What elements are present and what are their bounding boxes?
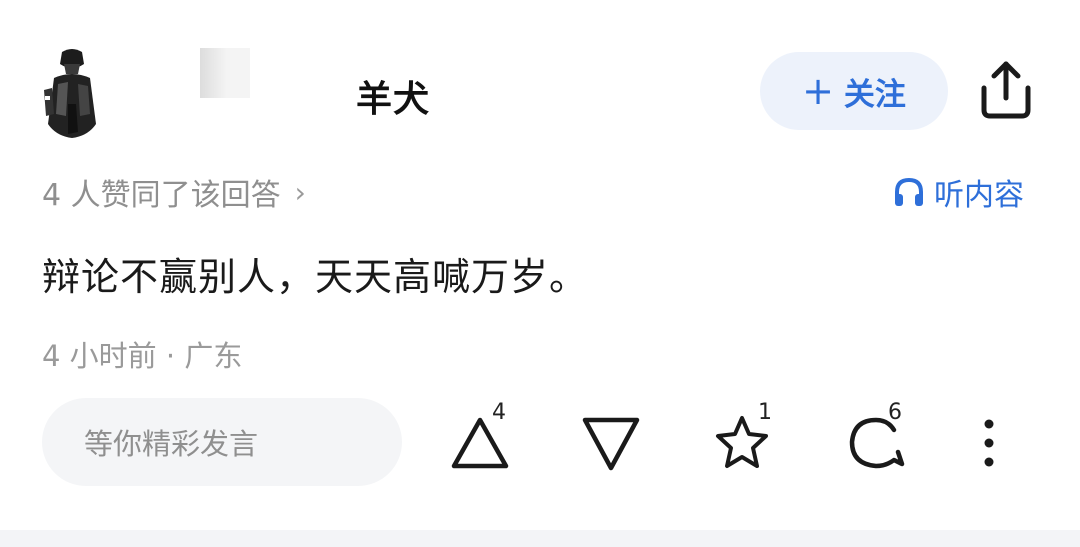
favorite-count: 1 — [758, 400, 772, 425]
username-text: 羊犬 — [356, 79, 431, 120]
share-icon[interactable] — [976, 58, 1036, 122]
time-location: 4 小时前 · 广东 — [42, 339, 243, 373]
voters-link[interactable]: 4 人赞同了该回答 › — [42, 170, 306, 214]
answer-text[interactable]: 辩论不赢别人，天天高喊万岁。 — [42, 246, 588, 301]
listen-button[interactable]: 听内容 — [892, 170, 1024, 214]
comment-count: 6 — [888, 400, 902, 425]
upvote-count: 4 — [492, 400, 506, 425]
upvote-button[interactable]: 4 — [446, 398, 516, 478]
comment-placeholder: 等你精彩发言 — [84, 427, 259, 461]
more-icon[interactable] — [974, 416, 1004, 472]
username-area[interactable]: 羊犬 — [106, 40, 446, 140]
section-divider — [0, 530, 1080, 547]
answer-card: 羊犬 + 关注 4 人赞同了该回答 › 听内容 辩论不赢别人，天天高喊万岁。 4… — [0, 0, 1080, 547]
favorite-button[interactable]: 1 — [710, 398, 782, 478]
comments-button[interactable]: 6 — [842, 398, 914, 478]
headphones-icon — [895, 177, 923, 206]
chevron-right-icon: › — [294, 175, 306, 209]
comment-input[interactable]: 等你精彩发言 — [42, 398, 402, 486]
user-avatar[interactable] — [38, 44, 106, 140]
follow-label: 关注 — [843, 76, 906, 113]
listen-label: 听内容 — [934, 178, 1024, 213]
downvote-button[interactable] — [578, 408, 644, 478]
agree-count-text: 4 人赞同了该回答 — [42, 178, 281, 213]
follow-button[interactable]: + 关注 — [760, 52, 948, 130]
plus-icon: + — [802, 69, 834, 113]
downvote-triangle-icon — [582, 417, 640, 471]
